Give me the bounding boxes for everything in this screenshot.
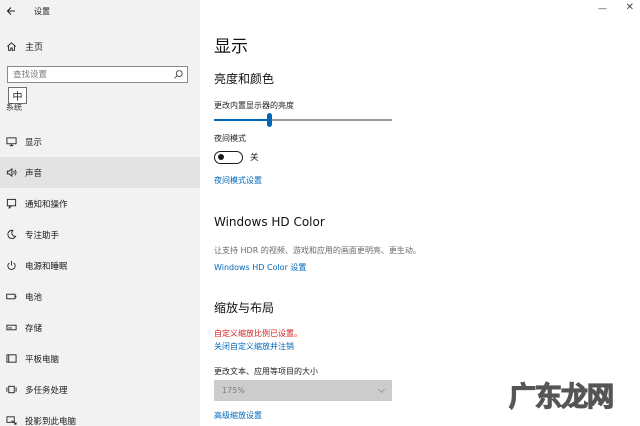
- battery-icon: [6, 293, 17, 300]
- hd-color-heading: Windows HD Color: [214, 215, 325, 229]
- turn-off-custom-scaling-link[interactable]: 关闭自定义缩放并注销: [214, 341, 294, 352]
- minimize-icon[interactable]: —: [598, 4, 607, 14]
- sidebar-item-sound[interactable]: 声音: [0, 157, 200, 188]
- size-label: 更改文本、应用等项目的大小: [214, 367, 318, 376]
- chevron-down-icon: [377, 388, 386, 394]
- sidebar-item-label: 平板电脑: [25, 354, 60, 365]
- sidebar-item-label: 投影到此电脑: [25, 416, 77, 426]
- multitask-icon: [6, 385, 17, 394]
- brightness-slider[interactable]: [214, 113, 392, 127]
- back-arrow-icon[interactable]: [0, 0, 22, 22]
- title-bar: 设置: [0, 0, 200, 22]
- sidebar-item-label: 专注助手: [25, 230, 60, 241]
- night-mode-state: 关: [250, 153, 259, 163]
- sidebar-item-label: 通知和操作: [25, 199, 68, 210]
- storage-icon: [6, 324, 17, 331]
- sidebar-item-project-to-pc[interactable]: 投影到此电脑: [0, 405, 200, 426]
- tablet-icon: [6, 354, 17, 363]
- hd-color-settings-link[interactable]: Windows HD Color 设置: [214, 262, 306, 273]
- custom-scale-warning: 自定义缩放比例已设置。: [214, 329, 302, 338]
- home-nav-item[interactable]: 主页: [6, 38, 43, 54]
- brightness-slider-label: 更改内置显示器的亮度: [214, 101, 294, 110]
- sidebar-item-tablet[interactable]: 平板电脑: [0, 343, 200, 374]
- home-label: 主页: [25, 42, 44, 53]
- night-mode-label: 夜间模式: [214, 134, 246, 143]
- monitor-icon: [6, 137, 17, 147]
- sidebar-item-label: 显示: [25, 137, 43, 148]
- notification-icon: [6, 198, 17, 209]
- page-title: 显示: [214, 37, 248, 57]
- sidebar-item-storage[interactable]: 存储: [0, 312, 200, 343]
- sidebar: 设置 主页 中 系统 显示 声音 通知和操作 专注助手 电源和睡眠: [0, 0, 200, 426]
- sidebar-nav: 显示 声音 通知和操作 专注助手 电源和睡眠 电池 存储 平板电脑 多任务处理 …: [0, 126, 200, 426]
- watermark-logo: 广东龙网: [508, 380, 614, 413]
- sidebar-item-power-sleep[interactable]: 电源和睡眠: [0, 250, 200, 281]
- sidebar-item-label: 声音: [25, 168, 43, 179]
- toggle-knob: [218, 154, 224, 161]
- sidebar-item-multitasking[interactable]: 多任务处理: [0, 374, 200, 405]
- sidebar-item-label: 存储: [25, 323, 43, 334]
- main-content: — ✕ 显示 亮度和颜色 更改内置显示器的亮度 夜间模式 关 夜间模式设置 Wi…: [200, 0, 640, 426]
- night-mode-settings-link[interactable]: 夜间模式设置: [214, 175, 262, 186]
- advanced-scaling-link[interactable]: 高级缩放设置: [214, 410, 262, 421]
- brightness-heading: 亮度和颜色: [214, 72, 275, 86]
- app-title: 设置: [34, 6, 50, 16]
- sidebar-item-label: 电源和睡眠: [25, 261, 68, 272]
- search-input[interactable]: [13, 69, 173, 80]
- power-icon: [7, 260, 16, 270]
- speaker-icon: [6, 167, 17, 178]
- sidebar-item-display[interactable]: 显示: [0, 126, 200, 157]
- svg-text:广东龙网: 广东龙网: [509, 381, 613, 413]
- scale-dropdown-value: 175%: [222, 386, 245, 395]
- sidebar-item-notifications[interactable]: 通知和操作: [0, 188, 200, 219]
- scale-dropdown[interactable]: 175%: [214, 380, 392, 401]
- moon-icon: [7, 229, 17, 239]
- home-icon: [7, 41, 16, 51]
- slider-thumb[interactable]: [267, 113, 272, 127]
- sidebar-item-focus-assist[interactable]: 专注助手: [0, 219, 200, 250]
- hd-color-description: 让支持 HDR 的视频、游戏和应用的画面更明亮、更生动。: [214, 246, 421, 255]
- scale-layout-heading: 缩放与布局: [214, 301, 275, 315]
- close-icon[interactable]: ✕: [626, 2, 634, 13]
- sidebar-item-battery[interactable]: 电池: [0, 281, 200, 312]
- search-icon[interactable]: [173, 69, 184, 80]
- search-box[interactable]: [7, 66, 188, 83]
- night-mode-toggle[interactable]: [214, 151, 243, 164]
- slider-fill: [214, 119, 269, 121]
- projector-icon: [6, 416, 17, 425]
- section-label-system: 系统: [6, 103, 22, 112]
- sidebar-item-label: 电池: [25, 292, 43, 303]
- sidebar-item-label: 多任务处理: [25, 385, 68, 396]
